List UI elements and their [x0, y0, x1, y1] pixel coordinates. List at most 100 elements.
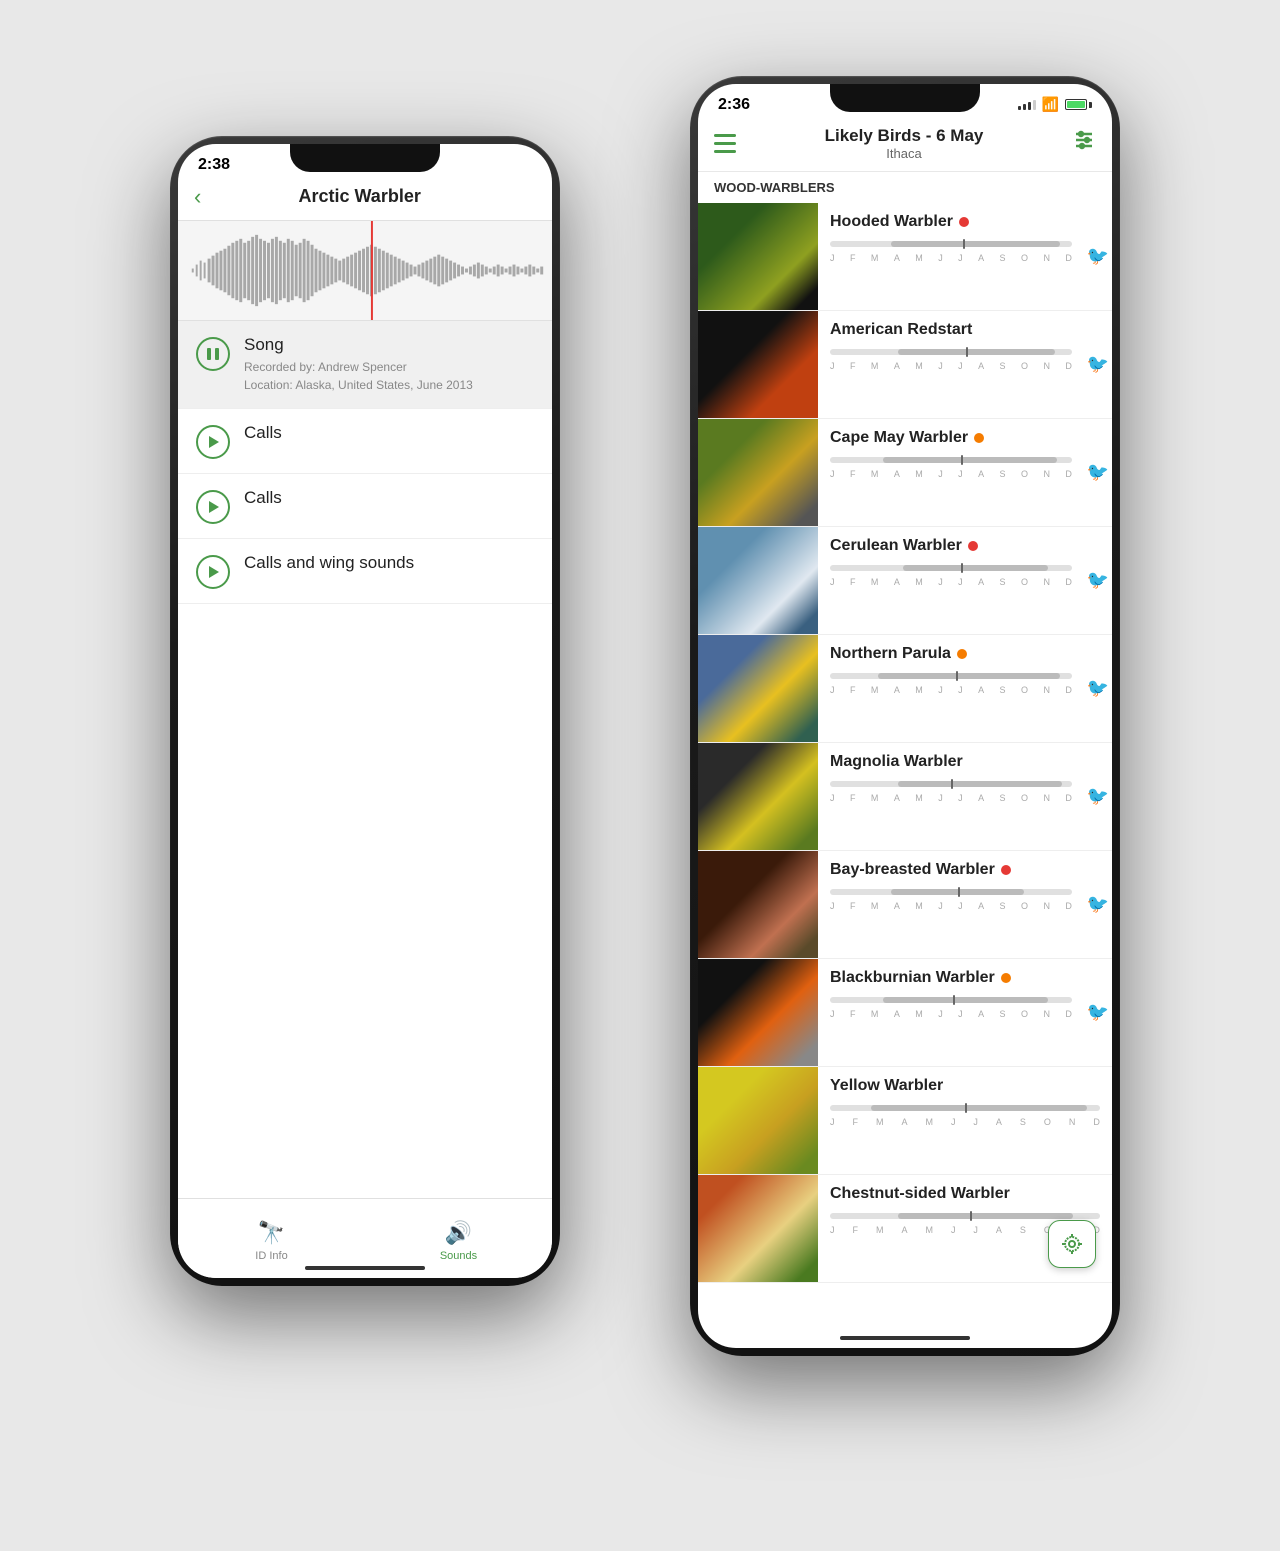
p1-title: Arctic Warbler	[213, 186, 506, 207]
bird-name-row: Chestnut-sided Warbler	[830, 1185, 1100, 1203]
sound-info-song: Song Recorded by: Andrew Spencer Locatio…	[244, 335, 534, 394]
range-peak	[951, 779, 953, 789]
sound-item-song[interactable]: Song Recorded by: Andrew Spencer Locatio…	[178, 321, 552, 409]
bird-name-row: Yellow Warbler	[830, 1077, 1100, 1095]
bird-row[interactable]: Bay-breasted WarblerJFMAMJJASOND🐦	[698, 851, 1112, 959]
menu-button[interactable]	[714, 134, 736, 153]
play-button-calls1[interactable]	[196, 425, 230, 459]
bird-name-row: Blackburnian Warbler	[830, 969, 1072, 987]
bird-row[interactable]: Yellow Warbler JFMAMJJASOND	[698, 1067, 1112, 1175]
location-icon	[1060, 1232, 1084, 1256]
bird-photo	[698, 527, 818, 634]
bird-silhouette-col: 🐦	[1084, 527, 1112, 634]
wifi-icon: 📶	[1042, 96, 1059, 113]
status-icons-2: 📶	[1018, 96, 1092, 113]
sound-item-calls-wing[interactable]: Calls and wing sounds	[178, 539, 552, 604]
sound-meta-song: Recorded by: Andrew Spencer Location: Al…	[244, 358, 534, 394]
sound-item-calls2[interactable]: Calls	[178, 474, 552, 539]
range-fill	[883, 457, 1057, 463]
p1-navigation: ‹ Arctic Warbler	[178, 178, 552, 221]
tab-id-info-label: ID Info	[255, 1250, 287, 1262]
bird-silhouette-icon: 🐦	[1087, 679, 1109, 697]
bird-row[interactable]: Magnolia Warbler JFMAMJJASOND 🐦	[698, 743, 1112, 851]
bird-row[interactable]: Cape May WarblerJFMAMJJASOND🐦	[698, 419, 1112, 527]
bird-silhouette-col: 🐦	[1084, 311, 1112, 418]
sound-name-calls-wing: Calls and wing sounds	[244, 553, 534, 573]
range-fill	[878, 673, 1060, 679]
status-dot	[959, 217, 969, 227]
range-track	[830, 1105, 1100, 1111]
range-track	[830, 889, 1072, 895]
bird-photo	[698, 743, 818, 850]
bird-name-row: Cape May Warbler	[830, 429, 1072, 447]
status-time-2: 2:36	[718, 96, 750, 114]
range-bar	[830, 345, 1072, 359]
bird-silhouette-col: 🐦	[1084, 959, 1112, 1066]
sound-item-calls1[interactable]: Calls	[178, 409, 552, 474]
bird-info: Bay-breasted WarblerJFMAMJJASOND	[818, 851, 1084, 958]
bird-photo	[698, 959, 818, 1066]
bird-photo	[698, 311, 818, 418]
bird-photo	[698, 419, 818, 526]
notch-2	[830, 84, 980, 112]
tab-id-info[interactable]: 🔭 ID Info	[178, 1214, 365, 1262]
month-labels: JFMAMJJASOND	[830, 1117, 1100, 1127]
bird-name-label: Magnolia Warbler	[830, 753, 963, 771]
section-label: WOOD-WARBLERS	[698, 172, 1112, 203]
sound-info-calls2: Calls	[244, 488, 534, 511]
bird-name-label: Hooded Warbler	[830, 213, 953, 231]
tab-sounds[interactable]: 🔊 Sounds	[365, 1214, 552, 1262]
range-fill	[883, 997, 1048, 1003]
month-labels: JFMAMJJASOND	[830, 685, 1072, 695]
bird-name-label: Cape May Warbler	[830, 429, 968, 447]
bird-name-row: American Redstart	[830, 321, 1072, 339]
range-peak	[966, 347, 968, 357]
bird-row[interactable]: Northern ParulaJFMAMJJASOND🐦	[698, 635, 1112, 743]
bird-photo	[698, 1067, 818, 1174]
tab-sounds-label: Sounds	[440, 1250, 477, 1262]
location-button[interactable]	[1048, 1220, 1096, 1268]
status-dot	[1001, 865, 1011, 875]
header-title: Likely Birds - 6 May	[736, 126, 1072, 146]
range-fill	[871, 1105, 1087, 1111]
bird-info: Cerulean WarblerJFMAMJJASOND	[818, 527, 1084, 634]
waveform-container[interactable]	[178, 221, 552, 321]
header-subtitle: Ithaca	[736, 146, 1072, 161]
range-bar	[830, 777, 1072, 791]
bird-row[interactable]: American RedstartJFMAMJJASOND🐦	[698, 311, 1112, 419]
bird-row[interactable]: Blackburnian Warbler JFMAMJJASOND 🐦	[698, 959, 1112, 1067]
status-time-1: 2:38	[198, 156, 230, 174]
back-button[interactable]: ‹	[194, 184, 201, 210]
bird-row[interactable]: Hooded WarblerJFMAMJJASOND🐦	[698, 203, 1112, 311]
range-peak	[965, 1103, 967, 1113]
play-button-calls-wing[interactable]	[196, 555, 230, 589]
bird-row[interactable]: Cerulean WarblerJFMAMJJASOND🐦	[698, 527, 1112, 635]
range-bar	[830, 561, 1072, 575]
status-dot	[968, 541, 978, 551]
bird-info: Magnolia Warbler JFMAMJJASOND	[818, 743, 1084, 850]
bird-name-label: Yellow Warbler	[830, 1077, 943, 1095]
bird-silhouette-icon: 🐦	[1087, 787, 1109, 805]
sound-name-calls1: Calls	[244, 423, 534, 443]
scene: 2:38 ‹ Arctic Warbler	[140, 76, 1140, 1476]
range-bar	[830, 993, 1072, 1007]
filter-button[interactable]	[1072, 128, 1096, 158]
bird-silhouette-icon: 🐦	[1087, 355, 1109, 373]
play-button-calls2[interactable]	[196, 490, 230, 524]
range-track	[830, 781, 1072, 787]
month-labels: JFMAMJJASOND	[830, 793, 1072, 803]
phone-birdlist: 2:36 📶	[690, 76, 1120, 1356]
range-peak	[961, 563, 963, 573]
phone2-screen: 2:36 📶	[698, 84, 1112, 1348]
bird-silhouette-icon: 🐦	[1087, 247, 1109, 265]
range-bar	[830, 1101, 1100, 1115]
bird-list[interactable]: Hooded WarblerJFMAMJJASOND🐦American Reds…	[698, 203, 1112, 1287]
sound-info-calls-wing: Calls and wing sounds	[244, 553, 534, 576]
bird-name-label: Bay-breasted Warbler	[830, 861, 995, 879]
bird-silhouette-icon: 🐦	[1087, 571, 1109, 589]
month-labels: JFMAMJJASOND	[830, 1009, 1072, 1019]
range-track	[830, 457, 1072, 463]
range-track	[830, 241, 1072, 247]
pause-button-song[interactable]	[196, 337, 230, 371]
bird-photo	[698, 1175, 818, 1282]
